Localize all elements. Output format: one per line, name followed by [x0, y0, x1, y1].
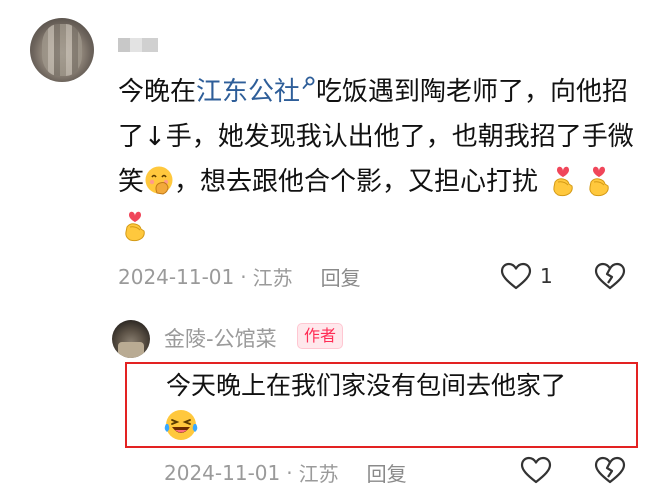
author-badge: 作者 [297, 323, 344, 349]
comment-body: 今晚在江东公社 吃饭遇到陶老师了，向他招了↓手，她发现我认出他了，也朝我招了手微笑… [118, 70, 638, 250]
finger-heart-emoji [553, 166, 574, 197]
smile-covering-mouth-emoji [145, 166, 173, 195]
reply-location: 江苏 [298, 462, 339, 486]
commenter-avatar[interactable] [30, 18, 94, 82]
laughing-tears-emoji [164, 410, 198, 440]
comment-text-prefix: 今晚在 [118, 77, 197, 107]
heart-icon[interactable] [520, 456, 552, 484]
link-search-icon[interactable] [302, 76, 316, 90]
broken-heart-icon[interactable] [594, 262, 626, 290]
reply-meta: 2024-11-01 · 江苏 回复 [164, 458, 407, 487]
like-button[interactable]: 1 [500, 262, 553, 290]
reply-reply-button[interactable]: 回复 [367, 458, 407, 487]
comment-meta: 2024-11-01 · 江苏 回复 [118, 262, 361, 291]
meta-separator: · [286, 460, 293, 485]
reply-button[interactable]: 回复 [321, 262, 361, 291]
meta-separator: · [240, 264, 247, 289]
restaurant-link[interactable]: 江东公社 [196, 77, 300, 107]
author-avatar[interactable] [112, 320, 150, 358]
reply-body: 今天晚上在我们家没有包间去他家了 [166, 371, 567, 400]
heart-icon [500, 262, 532, 290]
comment-date: 2024-11-01 [118, 264, 235, 289]
reply-date: 2024-11-01 [164, 460, 281, 485]
finger-heart-emoji [125, 211, 145, 242]
reply-author-name[interactable]: 金陵-公馆菜 [164, 323, 277, 353]
finger-heart-emoji [589, 166, 610, 197]
comment-location: 江苏 [252, 266, 293, 290]
commenter-name-blurred[interactable] [118, 38, 158, 52]
broken-heart-icon[interactable] [594, 456, 626, 484]
comment-text-suffix: ，想去跟他合个影，又担心打扰 [174, 167, 539, 197]
like-count: 1 [540, 264, 553, 288]
